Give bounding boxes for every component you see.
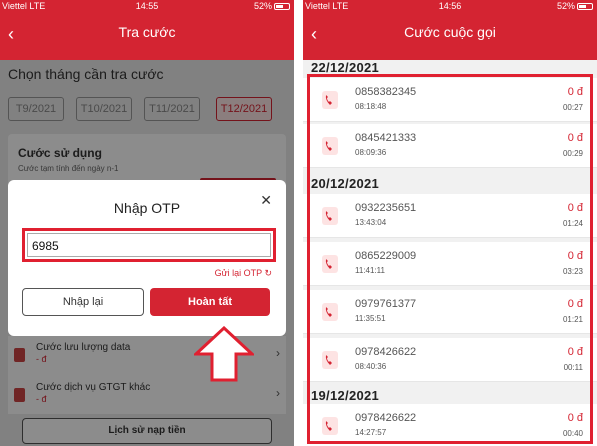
battery-status: 52% bbox=[557, 1, 593, 11]
highlight-frame bbox=[307, 74, 593, 444]
dialog-title: Nhập OTP bbox=[113, 200, 181, 216]
close-icon[interactable]: ✕ bbox=[260, 192, 272, 209]
page-title: Tra cước bbox=[118, 24, 176, 40]
app-header: Viettel LTE 14:56 52% ‹ Cước cuộc gọi bbox=[303, 0, 597, 60]
up-arrow-icon bbox=[194, 326, 254, 382]
otp-screen: Viettel LTE 14:55 52% ‹ Tra cước Chọn th… bbox=[0, 0, 294, 446]
resend-otp-link[interactable]: Gửi lại OTP ↻ bbox=[215, 268, 272, 279]
otp-dialog: Nhập OTP ✕ 6985 Gửi lại OTP ↻ Nhập lại H… bbox=[8, 180, 286, 336]
date-header: 22/12/2021 bbox=[311, 60, 380, 75]
battery-icon bbox=[274, 3, 290, 10]
retry-button[interactable]: Nhập lại bbox=[22, 288, 144, 316]
battery-icon bbox=[577, 3, 593, 10]
otp-highlight: 6985 bbox=[22, 228, 276, 262]
app-header: Viettel LTE 14:55 52% ‹ Tra cước bbox=[0, 0, 294, 60]
page-title: Cước cuộc gọi bbox=[404, 24, 496, 40]
call-charges-screen: Viettel LTE 14:56 52% ‹ Cước cuộc gọi 22… bbox=[303, 0, 597, 446]
otp-input[interactable]: 6985 bbox=[27, 233, 271, 257]
clock: 14:55 bbox=[135, 1, 159, 11]
divider bbox=[294, 0, 303, 446]
battery-status: 52% bbox=[254, 1, 290, 11]
clock: 14:56 bbox=[438, 1, 462, 11]
refresh-icon: ↻ bbox=[264, 268, 272, 278]
done-button[interactable]: Hoàn tất bbox=[150, 288, 270, 316]
status-bar: Viettel LTE 14:55 52% bbox=[0, 0, 294, 14]
status-bar: Viettel LTE 14:56 52% bbox=[303, 0, 597, 14]
